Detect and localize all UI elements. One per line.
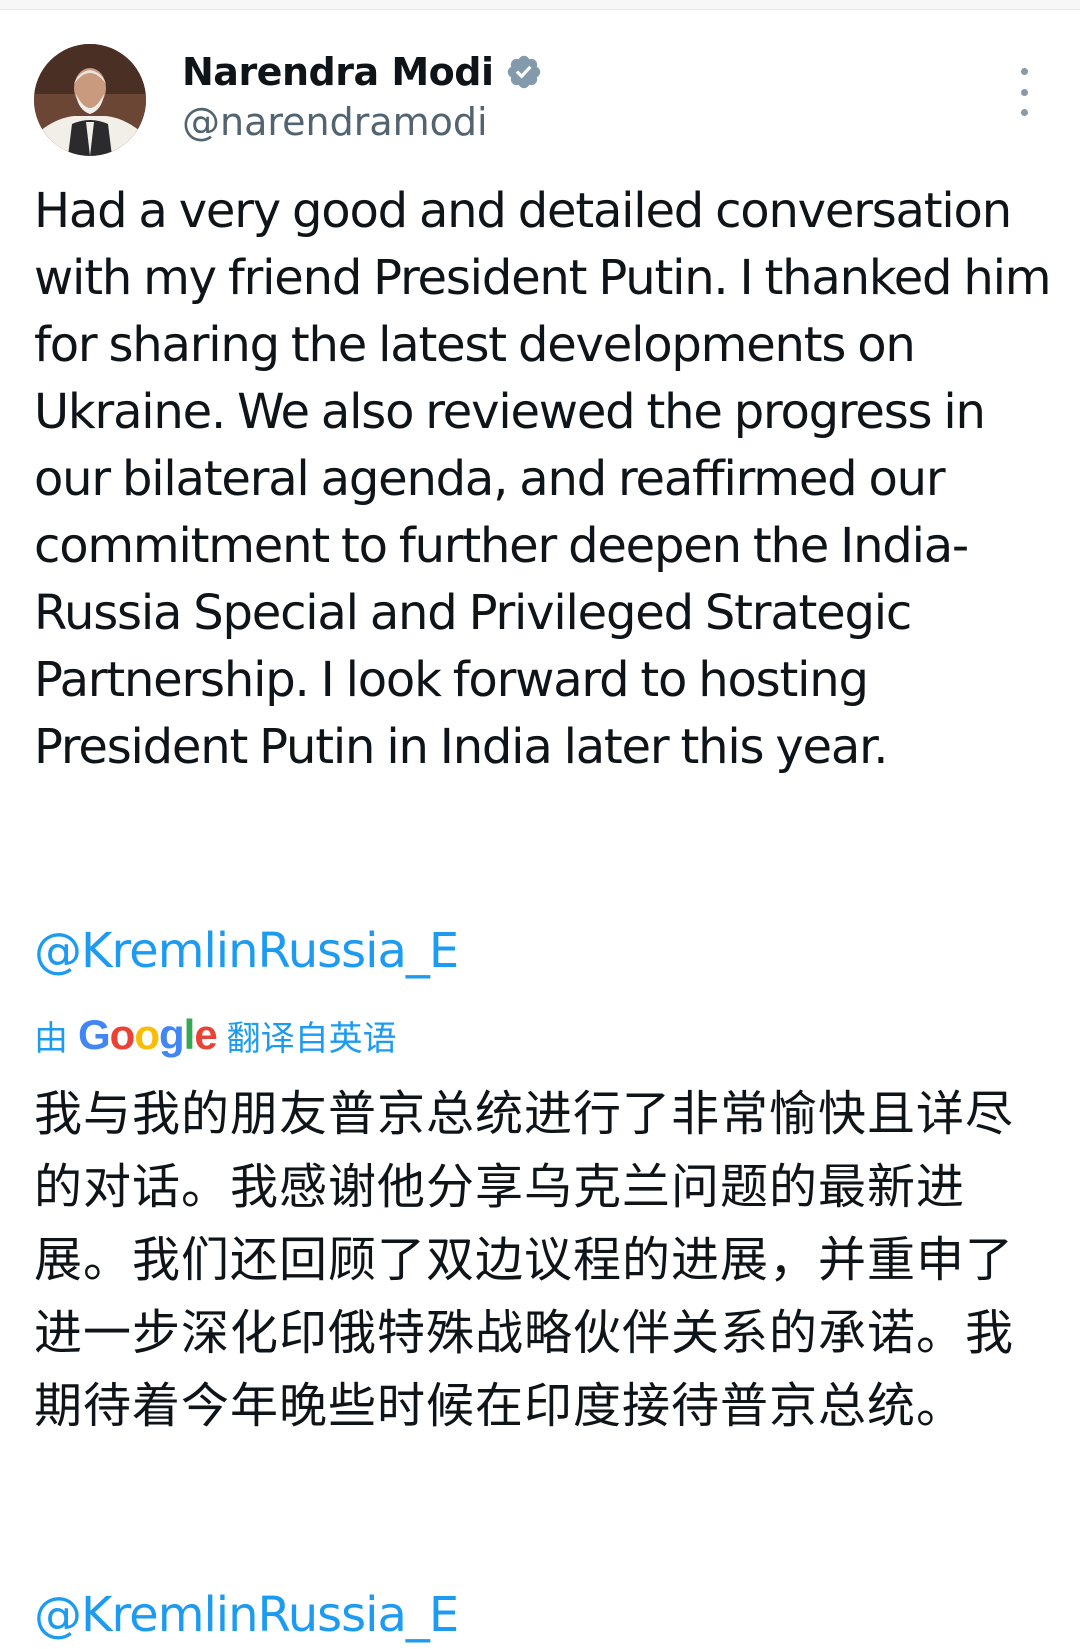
author-display-name[interactable]: Narendra Modi xyxy=(182,50,494,94)
avatar-image xyxy=(34,44,146,156)
more-vertical-icon[interactable] xyxy=(1012,68,1036,116)
translated-mention-link[interactable]: @KremlinRussia_E xyxy=(34,1582,459,1649)
author-handle[interactable]: @narendramodi xyxy=(182,100,488,144)
translation-attribution: 由 Google 翻译自英语 xyxy=(34,1010,397,1060)
top-divider xyxy=(0,0,1080,10)
author-name-row: Narendra Modi xyxy=(182,46,543,98)
more-dot xyxy=(1020,68,1028,75)
more-dot xyxy=(1020,109,1028,116)
translation-suffix[interactable]: 翻译自英语 xyxy=(227,1011,397,1060)
verified-badge-icon xyxy=(505,53,543,91)
google-logo: Google xyxy=(78,1011,218,1058)
mention-link[interactable]: @KremlinRussia_E xyxy=(34,918,459,985)
translated-text: 我与我的朋友普京总统进行了非常愉快且详尽的对话。我感谢他分享乌克兰问题的最新进展… xyxy=(34,1086,1015,1434)
translation-prefix: 由 xyxy=(34,1018,68,1059)
post-text: Had a very good and detailed conversatio… xyxy=(34,183,1051,775)
more-dot xyxy=(1020,88,1028,96)
author-avatar[interactable] xyxy=(34,44,146,156)
